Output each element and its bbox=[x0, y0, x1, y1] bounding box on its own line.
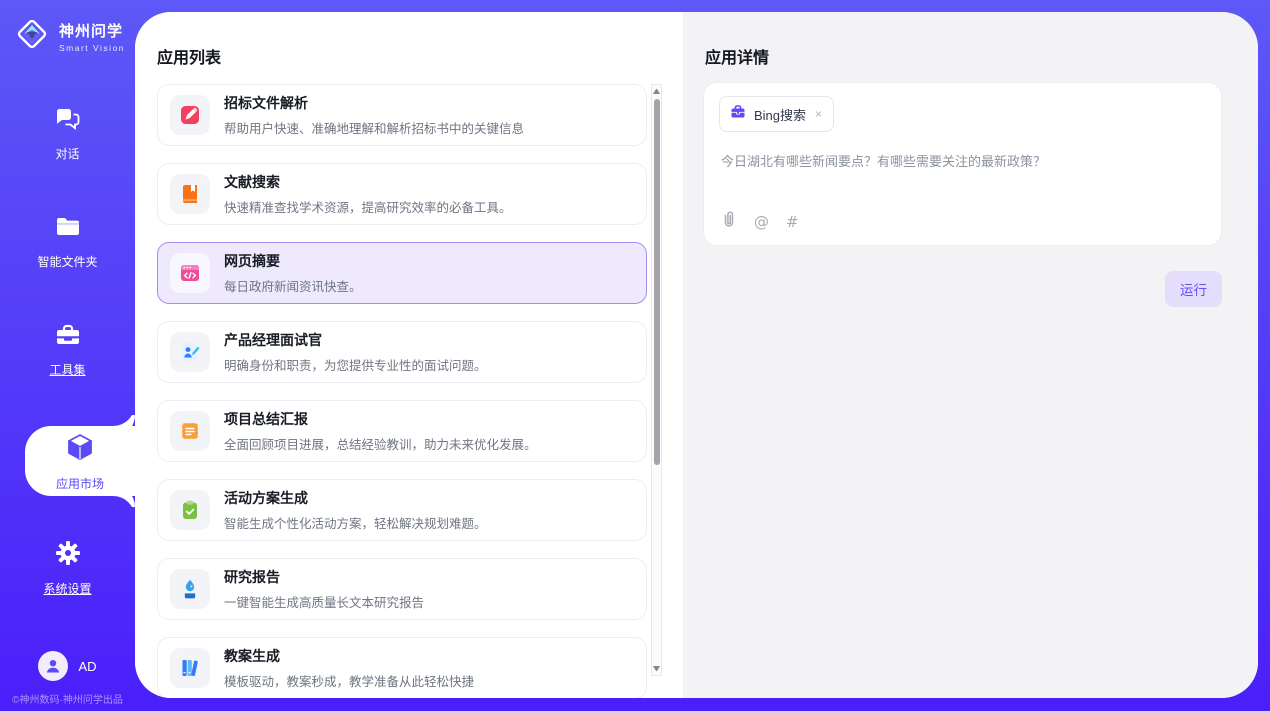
mention-icon[interactable]: @ bbox=[754, 213, 769, 231]
sidebar-item-label: 对话 bbox=[55, 145, 79, 162]
sidebar-item-chat[interactable]: 对话 bbox=[0, 100, 135, 166]
toolbox-icon bbox=[53, 321, 83, 354]
user-initials: AD bbox=[78, 659, 96, 674]
app-card-desc: 帮助用户快速、准确地理解和解析招标书中的关键信息 bbox=[224, 118, 524, 137]
app-card-desc: 每日政府新闻资讯快查。 bbox=[224, 276, 362, 295]
app-card-research-report[interactable]: 研究报告 一键智能生成高质量长文本研究报告 bbox=[157, 558, 647, 620]
app-window: 神州问学 Smart Vision 对话 智能文件夹 bbox=[0, 0, 1270, 714]
pen-document-icon bbox=[170, 95, 210, 135]
app-card-desc: 快速精准查找学术资源，提高研究效率的必备工具。 bbox=[224, 197, 512, 216]
clipboard-check-icon bbox=[170, 490, 210, 530]
app-card-title: 招标文件解析 bbox=[224, 93, 524, 113]
book-icon bbox=[170, 174, 210, 214]
app-card-desc: 一键智能生成高质量长文本研究报告 bbox=[224, 592, 424, 611]
sidebar-item-toolbox[interactable]: 工具集 bbox=[0, 316, 135, 382]
brand-logo: 神州问学 Smart Vision bbox=[0, 0, 135, 58]
app-card-title: 产品经理面试官 bbox=[224, 330, 487, 350]
app-card-desc: 模板驱动，教案秒成，教学准备从此轻松快捷 bbox=[224, 671, 474, 690]
app-list-title: 应用列表 bbox=[157, 44, 221, 68]
app-card-list: 招标文件解析 帮助用户快速、准确地理解和解析招标书中的关键信息 文献搜索 bbox=[157, 84, 647, 698]
note-icon bbox=[170, 411, 210, 451]
scrollbar-thumb[interactable] bbox=[654, 99, 660, 465]
sidebar: 神州问学 Smart Vision 对话 智能文件夹 bbox=[0, 0, 135, 714]
app-card-title: 活动方案生成 bbox=[224, 488, 487, 508]
app-card-lesson-plan[interactable]: 教案生成 模板驱动，教案秒成，教学准备从此轻松快捷 bbox=[157, 637, 647, 698]
app-card-title: 文献搜索 bbox=[224, 172, 512, 192]
briefcase-icon bbox=[730, 104, 746, 124]
tool-tag-bing-search[interactable]: Bing搜索 × bbox=[719, 96, 834, 132]
sidebar-item-label: 工具集 bbox=[49, 361, 85, 378]
interview-doc-icon bbox=[170, 332, 210, 372]
app-card-event-plan[interactable]: 活动方案生成 智能生成个性化活动方案，轻松解决规划难题。 bbox=[157, 479, 647, 541]
sidebar-item-smart-folder[interactable]: 智能文件夹 bbox=[0, 208, 135, 274]
user-avatar-icon bbox=[38, 651, 68, 681]
app-detail-pane: 应用详情 Bing搜索 × 今日湖北有哪些新闻要点？有哪些需要关注的最新政策？ bbox=[683, 12, 1258, 698]
attachment-toolbar: @ # bbox=[721, 210, 799, 233]
app-card-title: 网页摘要 bbox=[224, 251, 362, 271]
brand-name: 神州问学 bbox=[59, 20, 125, 41]
chat-icon bbox=[53, 105, 83, 138]
app-card-desc: 全面回顾项目进展，总结经验教训，助力未来优化发展。 bbox=[224, 434, 537, 453]
scroll-down-icon[interactable] bbox=[653, 666, 660, 671]
query-text[interactable]: 今日湖北有哪些新闻要点？有哪些需要关注的最新政策？ bbox=[721, 152, 1201, 172]
sidebar-item-settings[interactable]: 系统设置 bbox=[0, 534, 135, 600]
app-card-web-summary[interactable]: 网页摘要 每日政府新闻资讯快查。 bbox=[157, 242, 647, 304]
app-card-title: 教案生成 bbox=[224, 646, 474, 666]
books-icon bbox=[170, 648, 210, 688]
brand-subtitle: Smart Vision bbox=[59, 43, 125, 53]
app-card-project-summary[interactable]: 项目总结汇报 全面回顾项目进展，总结经验教训，助力未来优化发展。 bbox=[157, 400, 647, 462]
ink-bottle-icon bbox=[170, 569, 210, 609]
app-list-pane: 应用列表 招标文件解析 帮助用户快速、准确地理解和解析招标书中的关键信息 bbox=[135, 12, 683, 698]
tool-tag-label: Bing搜索 bbox=[754, 105, 806, 124]
query-input-card[interactable]: Bing搜索 × 今日湖北有哪些新闻要点？有哪些需要关注的最新政策？ @ # bbox=[703, 82, 1222, 246]
app-card-title: 项目总结汇报 bbox=[224, 409, 537, 429]
gear-icon bbox=[53, 538, 83, 573]
hashtag-icon[interactable]: # bbox=[786, 213, 799, 231]
copyright-footer: ©神州数码·神州问学出品 bbox=[0, 691, 135, 706]
sidebar-item-label: 应用市场 bbox=[56, 475, 104, 492]
user-profile[interactable]: AD bbox=[0, 651, 135, 681]
brand-diamond-icon bbox=[13, 15, 51, 58]
browser-code-icon bbox=[170, 253, 210, 293]
app-card-title: 研究报告 bbox=[224, 567, 424, 587]
close-icon[interactable]: × bbox=[814, 107, 823, 121]
sidebar-item-label: 智能文件夹 bbox=[37, 253, 97, 270]
run-button[interactable]: 运行 bbox=[1165, 271, 1222, 307]
scroll-up-icon[interactable] bbox=[653, 89, 660, 94]
sidebar-item-app-market[interactable]: 应用市场 bbox=[25, 426, 135, 496]
app-card-tender-parse[interactable]: 招标文件解析 帮助用户快速、准确地理解和解析招标书中的关键信息 bbox=[157, 84, 647, 146]
folder-icon bbox=[53, 213, 83, 246]
app-detail-title: 应用详情 bbox=[705, 44, 769, 68]
app-card-desc: 明确身份和职责，为您提供专业性的面试问题。 bbox=[224, 355, 487, 374]
sidebar-item-label: 系统设置 bbox=[43, 580, 91, 597]
attachment-icon[interactable] bbox=[721, 210, 737, 233]
app-card-pm-interviewer[interactable]: 产品经理面试官 明确身份和职责，为您提供专业性的面试问题。 bbox=[157, 321, 647, 383]
app-card-desc: 智能生成个性化活动方案，轻松解决规划难题。 bbox=[224, 513, 487, 532]
app-card-literature-search[interactable]: 文献搜索 快速精准查找学术资源，提高研究效率的必备工具。 bbox=[157, 163, 647, 225]
app-list-scrollbar[interactable] bbox=[651, 84, 662, 676]
main-content: 应用列表 招标文件解析 帮助用户快速、准确地理解和解析招标书中的关键信息 bbox=[135, 12, 1258, 698]
cube-icon bbox=[64, 431, 96, 468]
